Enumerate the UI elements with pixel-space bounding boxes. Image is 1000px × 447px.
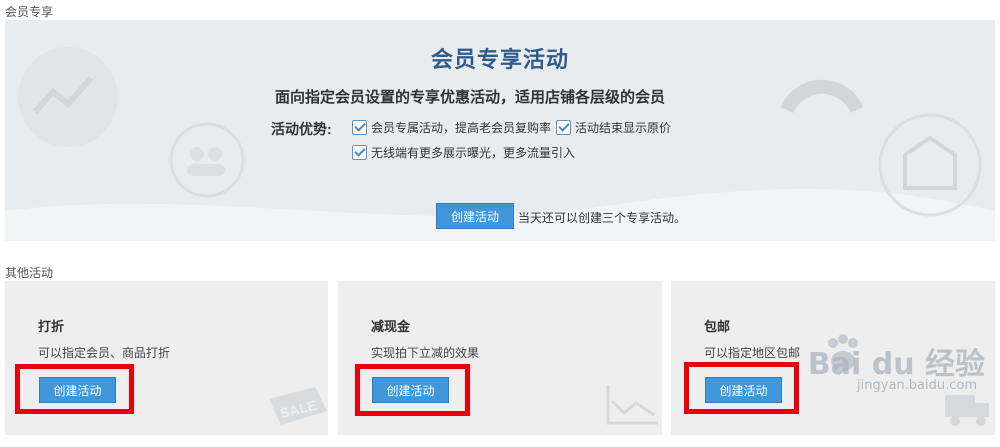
people-circle-icon	[169, 122, 245, 198]
card-title: 打折	[38, 319, 65, 334]
checkbox-icon	[352, 120, 367, 135]
card-title: 包邮	[704, 319, 731, 334]
advantage-item: 会员专属活动，提高老会员复购率	[352, 119, 551, 136]
card-description: 实现拍下立减的效果	[371, 346, 480, 360]
card-description: 可以指定会员、商品打折	[38, 346, 171, 360]
brand-watermark: Bai du 经验	[807, 347, 985, 382]
member-section-title: 会员专享	[5, 5, 54, 19]
highlight-box	[355, 364, 470, 416]
member-banner: 会员专享活动 面向指定会员设置的专享优惠活动，适用店铺各层级的会员 活动优势: …	[5, 20, 995, 241]
banner-note: 当天还可以创建三个专享活动。	[518, 211, 687, 225]
mail-circle-icon	[878, 113, 982, 217]
truck-icon	[945, 395, 989, 426]
banner-title: 会员专享活动	[430, 47, 569, 72]
card-title: 减现金	[371, 319, 411, 334]
advantage-item: 活动结束显示原价	[556, 119, 671, 136]
advantage-item: 无线端有更多展示曝光，更多流量引入	[352, 144, 575, 161]
advantages-label: 活动优势:	[271, 121, 332, 137]
advantage-text: 活动结束显示原价	[575, 121, 672, 135]
card-description: 可以指定地区包邮	[704, 346, 801, 360]
checkbox-icon	[352, 145, 367, 160]
banner-subtitle: 面向指定会员设置的专享优惠活动，适用店铺各层级的会员	[274, 89, 665, 106]
highlight-box	[15, 364, 134, 414]
highlight-box	[684, 362, 799, 414]
line-chart-icon	[606, 385, 658, 425]
brand-watermark-url: jingyan.baidu.com	[857, 378, 977, 393]
other-section-title: 其他活动	[5, 266, 54, 280]
advantage-text: 会员专属活动，提高老会员复购率	[371, 121, 552, 135]
checkbox-icon	[556, 120, 571, 135]
advantage-text: 无线端有更多展示曝光，更多流量引入	[371, 146, 576, 160]
sale-tag-icon: SALE	[269, 387, 327, 425]
create-member-activity-button[interactable]: 创建活动	[436, 203, 514, 229]
